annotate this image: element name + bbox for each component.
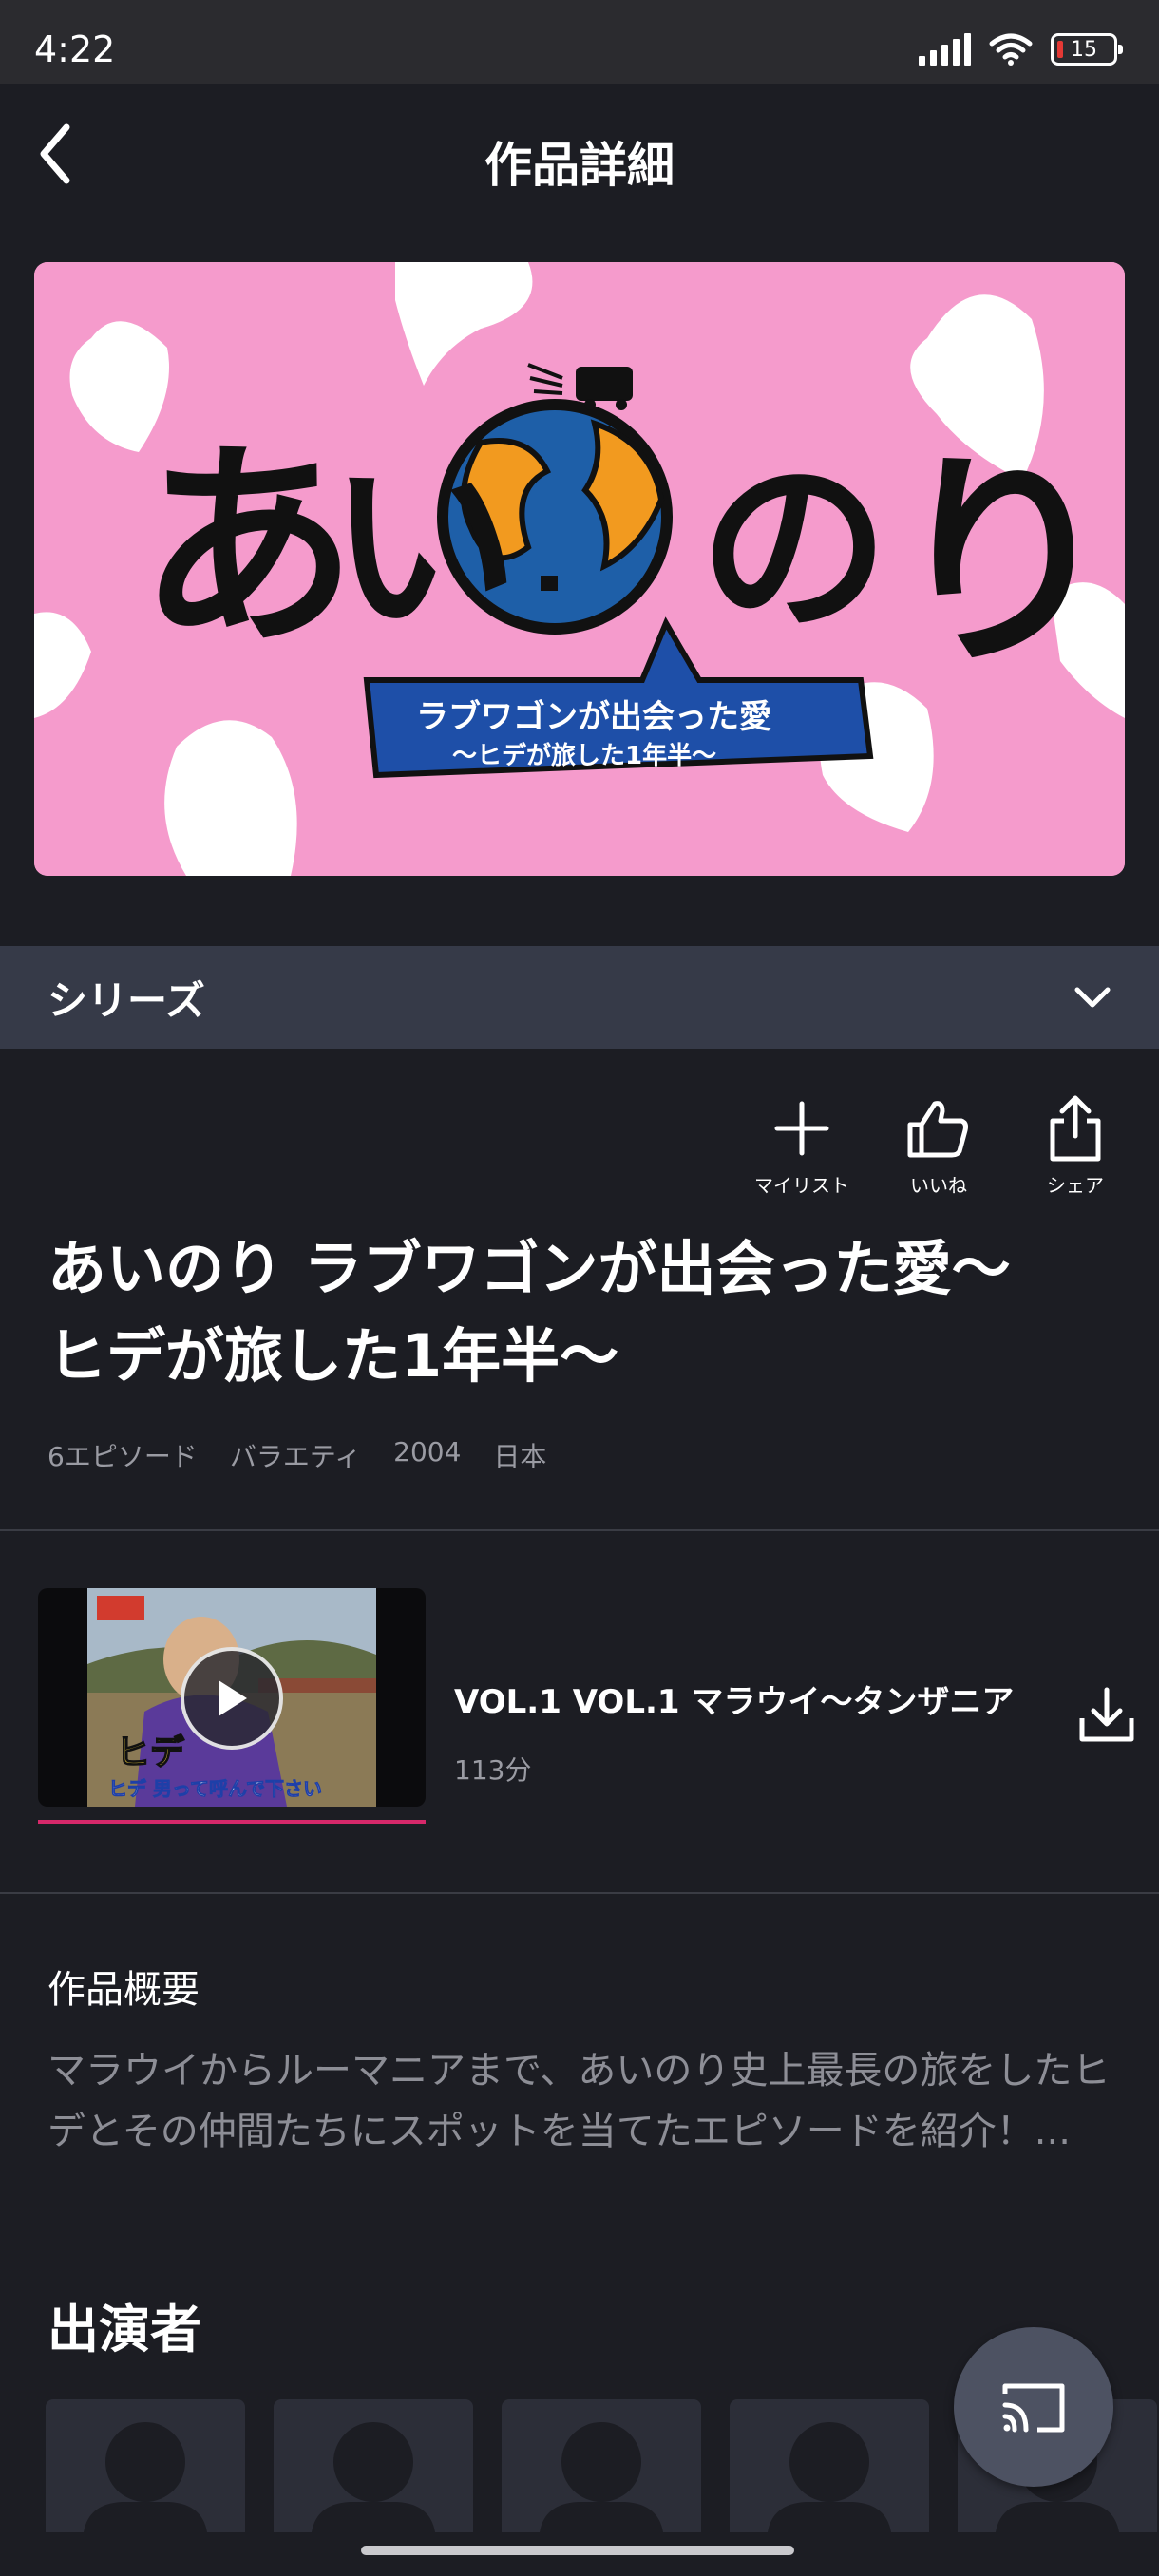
hero-banner-line2: 〜ヒデが旅した1年半〜 [452,741,716,770]
series-selector[interactable]: シリーズ [0,946,1159,1049]
download-icon [1079,1687,1134,1742]
share-label: シェア [1047,1174,1104,1197]
show-title: あいのり ラブワゴンが出会った愛〜 ヒデが旅した1年半〜 [48,1225,1092,1400]
synopsis-text[interactable]: マラウイからルーマニアまで、あいのり史上最長の旅をしたヒデとその仲間たちにスポッ… [48,2040,1112,2162]
show-meta: 6エピソード バラエティ 2004 日本 [48,1436,546,1474]
avatar-placeholder-icon [768,2422,891,2532]
battery-level: 15 [1071,37,1097,62]
thumb-caption: ヒデ [116,1733,185,1772]
avatar-placeholder-icon [540,2422,663,2532]
share-button[interactable]: シェア [1024,1092,1127,1198]
meta-episode-count: 6エピソード [48,1441,198,1472]
mylist-button[interactable]: マイリスト [750,1092,853,1198]
cast-card[interactable] [46,2399,245,2532]
like-button[interactable]: いいね [887,1092,990,1198]
hero-logo-char-2: い [329,438,519,659]
signal-icon [919,33,971,66]
synopsis-heading: 作品概要 [48,1968,200,2012]
mylist-label: マイリスト [754,1174,849,1197]
thumbs-up-icon [907,1101,968,1158]
battery-icon: 15 [1051,33,1123,66]
show-title-line2: ヒデが旅した1年半〜 [48,1321,619,1391]
chevron-down-icon [1074,987,1111,1008]
play-button[interactable] [180,1647,283,1750]
episode-progress-bar [38,1820,426,1824]
divider [0,1892,1159,1894]
cast-card[interactable] [502,2399,701,2532]
avatar-placeholder-icon [312,2422,435,2532]
like-label: いいね [910,1174,967,1197]
meta-genre: バラエティ [229,1441,362,1472]
share-icon [1050,1095,1101,1162]
play-icon [218,1680,247,1716]
page-title: 作品詳細 [484,138,674,193]
meta-year: 2004 [393,1436,462,1468]
cast-button[interactable] [954,2327,1113,2487]
episode-duration: 113分 [454,1754,532,1786]
episode-progress-fill [38,1820,426,1824]
action-buttons: マイリスト いいね シェア [750,1092,1127,1198]
divider [0,1529,1159,1531]
episode-item[interactable]: ヒデ ヒデ 男って呼んで下さい VOL.1 VOL.1 マラウイ〜タンザニア 1… [38,1588,1140,1826]
wifi-icon [989,33,1033,66]
avatar-placeholder-icon [84,2422,207,2532]
episode-thumbnail[interactable]: ヒデ ヒデ 男って呼んで下さい [38,1588,426,1807]
cast-card[interactable] [730,2399,929,2532]
show-title-line1: あいのり ラブワゴンが出会った愛〜 [48,1234,1011,1303]
cast-heading: 出演者 [48,2300,201,2359]
status-icons: 15 [919,30,1123,68]
thumb-subcaption: ヒデ 男って呼んで下さい [108,1777,322,1800]
episode-title: VOL.1 VOL.1 マラウイ〜タンザニア [454,1683,1015,1721]
cast-icon [1002,2383,1065,2433]
header: 作品詳細 [0,84,1159,232]
series-label: シリーズ [48,976,205,1024]
home-indicator[interactable] [361,2546,794,2555]
download-button[interactable] [1074,1681,1140,1748]
hero-banner-line1: ラブワゴンが出会った愛 [416,698,771,736]
cast-card[interactable] [274,2399,473,2532]
hero-logo-char-4: り [889,430,1117,696]
meta-country: 日本 [493,1441,547,1472]
hero-key-art[interactable]: あ い の り ラブワゴンが出会った愛 〜ヒデが旅した1年半〜 [34,262,1125,876]
hero-logo-char-1: あ [139,422,357,675]
app-screen: 4:22 15 作品詳細 あ い の り ラブワゴンが出会った愛 〜ヒデが旅した… [0,0,1159,2576]
status-bar: 4:22 15 [0,0,1159,84]
hero-artwork: あ い の り ラブワゴンが出会った愛 〜ヒデが旅した1年半〜 [34,262,1125,876]
status-time: 4:22 [34,28,116,70]
plus-icon [774,1101,829,1156]
hero-logo-char-3: の [699,438,889,659]
